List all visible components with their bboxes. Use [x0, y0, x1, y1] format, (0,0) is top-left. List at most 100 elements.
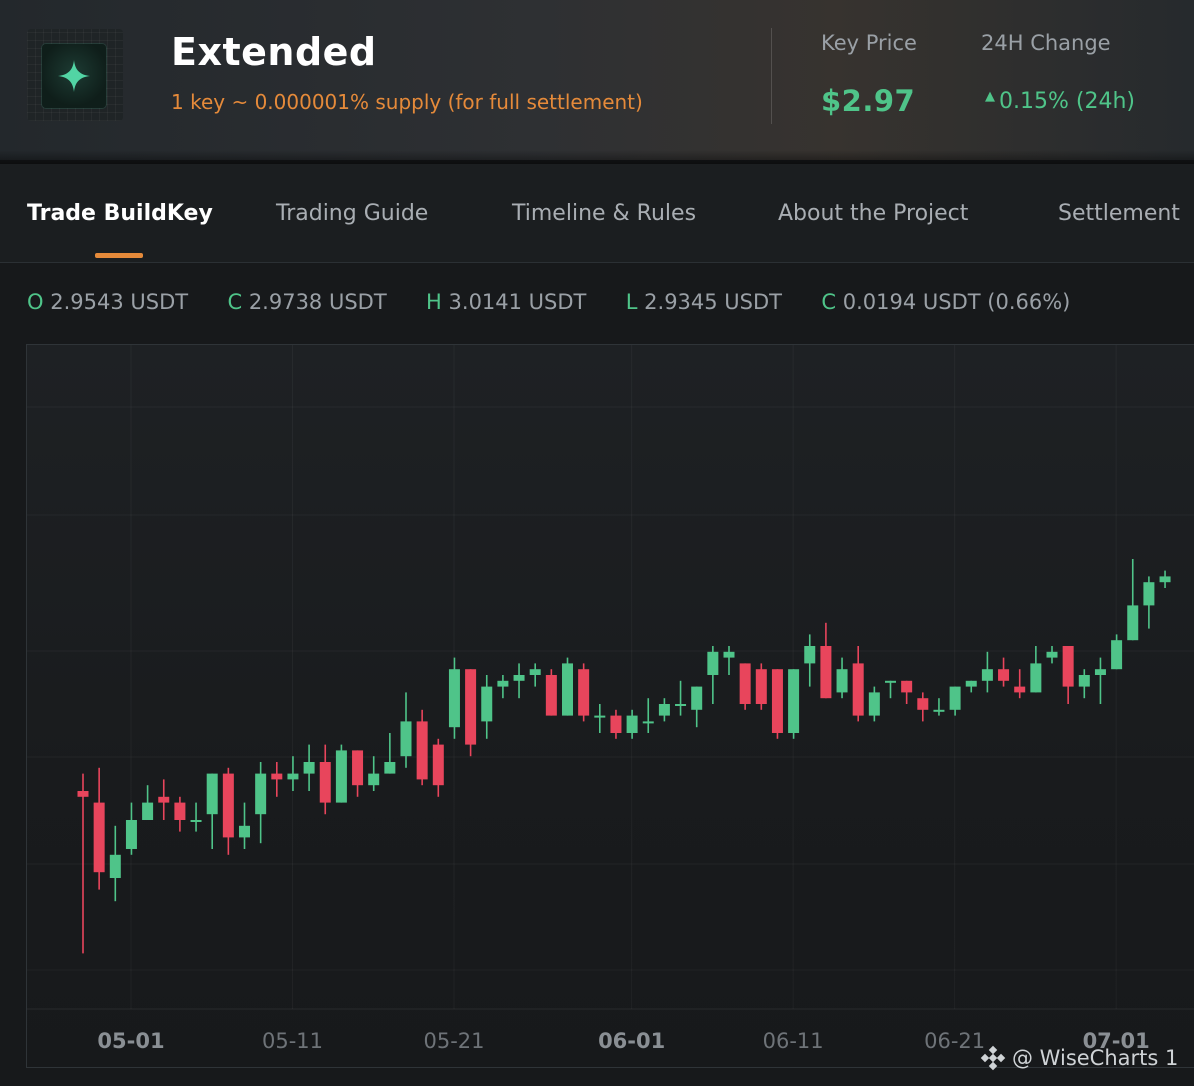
candle[interactable]: [868, 686, 880, 722]
candle[interactable]: [529, 663, 541, 687]
candle[interactable]: [335, 744, 347, 803]
candle[interactable]: [965, 680, 977, 693]
candle[interactable]: [125, 802, 137, 855]
candle-body: [93, 802, 105, 873]
candle-body: [755, 669, 767, 704]
candle-body: [594, 715, 606, 718]
candle[interactable]: [465, 669, 477, 757]
candle[interactable]: [949, 686, 961, 716]
candle[interactable]: [739, 663, 751, 710]
candle[interactable]: [1111, 634, 1123, 670]
up-arrow-icon: ▲: [985, 89, 995, 104]
candle[interactable]: [933, 698, 945, 716]
candle[interactable]: [319, 744, 331, 815]
candle[interactable]: [109, 825, 121, 902]
candle[interactable]: [691, 686, 703, 728]
candle[interactable]: [1030, 646, 1042, 693]
candle[interactable]: [1143, 576, 1155, 629]
candle[interactable]: [707, 646, 719, 704]
candle-body: [465, 669, 477, 745]
header-divider: [0, 150, 1194, 164]
candle[interactable]: [287, 756, 299, 791]
candle[interactable]: [432, 738, 444, 797]
candle[interactable]: [190, 802, 202, 832]
candle-body: [529, 669, 541, 675]
candle[interactable]: [788, 669, 800, 739]
tab-trading-guide[interactable]: Trading Guide: [276, 201, 428, 226]
candle[interactable]: [771, 669, 783, 739]
candle[interactable]: [723, 646, 735, 675]
candle-body: [1094, 669, 1106, 675]
candle-body: [1111, 640, 1123, 670]
candle-body: [545, 675, 557, 716]
candle[interactable]: [755, 663, 767, 710]
candle[interactable]: [368, 756, 380, 791]
candle[interactable]: [271, 762, 283, 797]
tab-timeline-rules[interactable]: Timeline & Rules: [512, 201, 696, 226]
candle[interactable]: [497, 675, 509, 699]
candle[interactable]: [384, 733, 396, 774]
candle-body: [400, 721, 412, 757]
candle[interactable]: [1159, 570, 1171, 588]
candle[interactable]: [400, 692, 412, 768]
candle[interactable]: [675, 680, 687, 716]
candle[interactable]: [658, 698, 670, 722]
ohlc-high-value: 3.0141 USDT: [448, 290, 587, 314]
candle[interactable]: [836, 657, 848, 699]
candle[interactable]: [545, 669, 557, 716]
candle-body: [998, 669, 1010, 681]
candle[interactable]: [820, 622, 832, 699]
candle[interactable]: [303, 744, 315, 791]
candle[interactable]: [1046, 646, 1058, 664]
candle[interactable]: [352, 750, 364, 797]
candle[interactable]: [804, 634, 816, 687]
candle-body: [368, 773, 380, 786]
candle-body: [206, 773, 218, 815]
candlestick-chart[interactable]: 05-01 05-11 05-21 06-01 06-11 06-21 07-01: [26, 344, 1194, 1068]
candle[interactable]: [578, 663, 590, 722]
candle[interactable]: [448, 657, 460, 739]
candle[interactable]: [255, 762, 267, 844]
x-axis-tick-label: 05-01: [97, 1029, 164, 1053]
candle[interactable]: [1127, 559, 1139, 641]
candle[interactable]: [981, 651, 993, 693]
candle-body: [917, 698, 929, 710]
tab-about-project[interactable]: About the Project: [778, 201, 968, 226]
x-axis-tick-label: 06-01: [598, 1029, 665, 1053]
candle-body: [1159, 576, 1171, 583]
candle[interactable]: [1062, 646, 1074, 704]
candle[interactable]: [998, 657, 1010, 687]
tab-trade-buildkey[interactable]: Trade BuildKey: [27, 201, 213, 226]
candle[interactable]: [416, 709, 428, 786]
candle[interactable]: [1078, 669, 1090, 699]
candle[interactable]: [594, 704, 606, 733]
candle[interactable]: [917, 692, 929, 722]
candle[interactable]: [562, 657, 573, 716]
candle-body: [885, 680, 896, 683]
candle[interactable]: [885, 680, 896, 699]
candle[interactable]: [1014, 669, 1026, 699]
candle[interactable]: [610, 709, 622, 739]
change-value-container: ▲ 0.15% (24h): [985, 89, 1135, 114]
candle[interactable]: [481, 675, 493, 739]
candle[interactable]: [93, 767, 105, 890]
candle[interactable]: [239, 802, 250, 849]
key-price-value: $2.97: [821, 84, 916, 118]
candle-body: [868, 692, 880, 716]
candle-body: [513, 675, 525, 681]
chart-canvas[interactable]: 05-01 05-11 05-21 06-01 06-11 06-21 07-01: [27, 345, 1194, 1069]
candle[interactable]: [174, 796, 186, 832]
tab-settlement[interactable]: Settlement: [1058, 201, 1180, 226]
candle[interactable]: [158, 779, 170, 820]
candle[interactable]: [1094, 657, 1106, 704]
candle-body: [384, 762, 396, 774]
candle[interactable]: [142, 785, 154, 820]
candle[interactable]: [626, 709, 638, 739]
candle[interactable]: [852, 646, 864, 722]
candle[interactable]: [222, 767, 234, 855]
candle[interactable]: [642, 698, 654, 733]
candle-body: [933, 709, 945, 712]
candle[interactable]: [901, 680, 913, 704]
candle[interactable]: [206, 773, 218, 849]
candle[interactable]: [513, 663, 525, 699]
